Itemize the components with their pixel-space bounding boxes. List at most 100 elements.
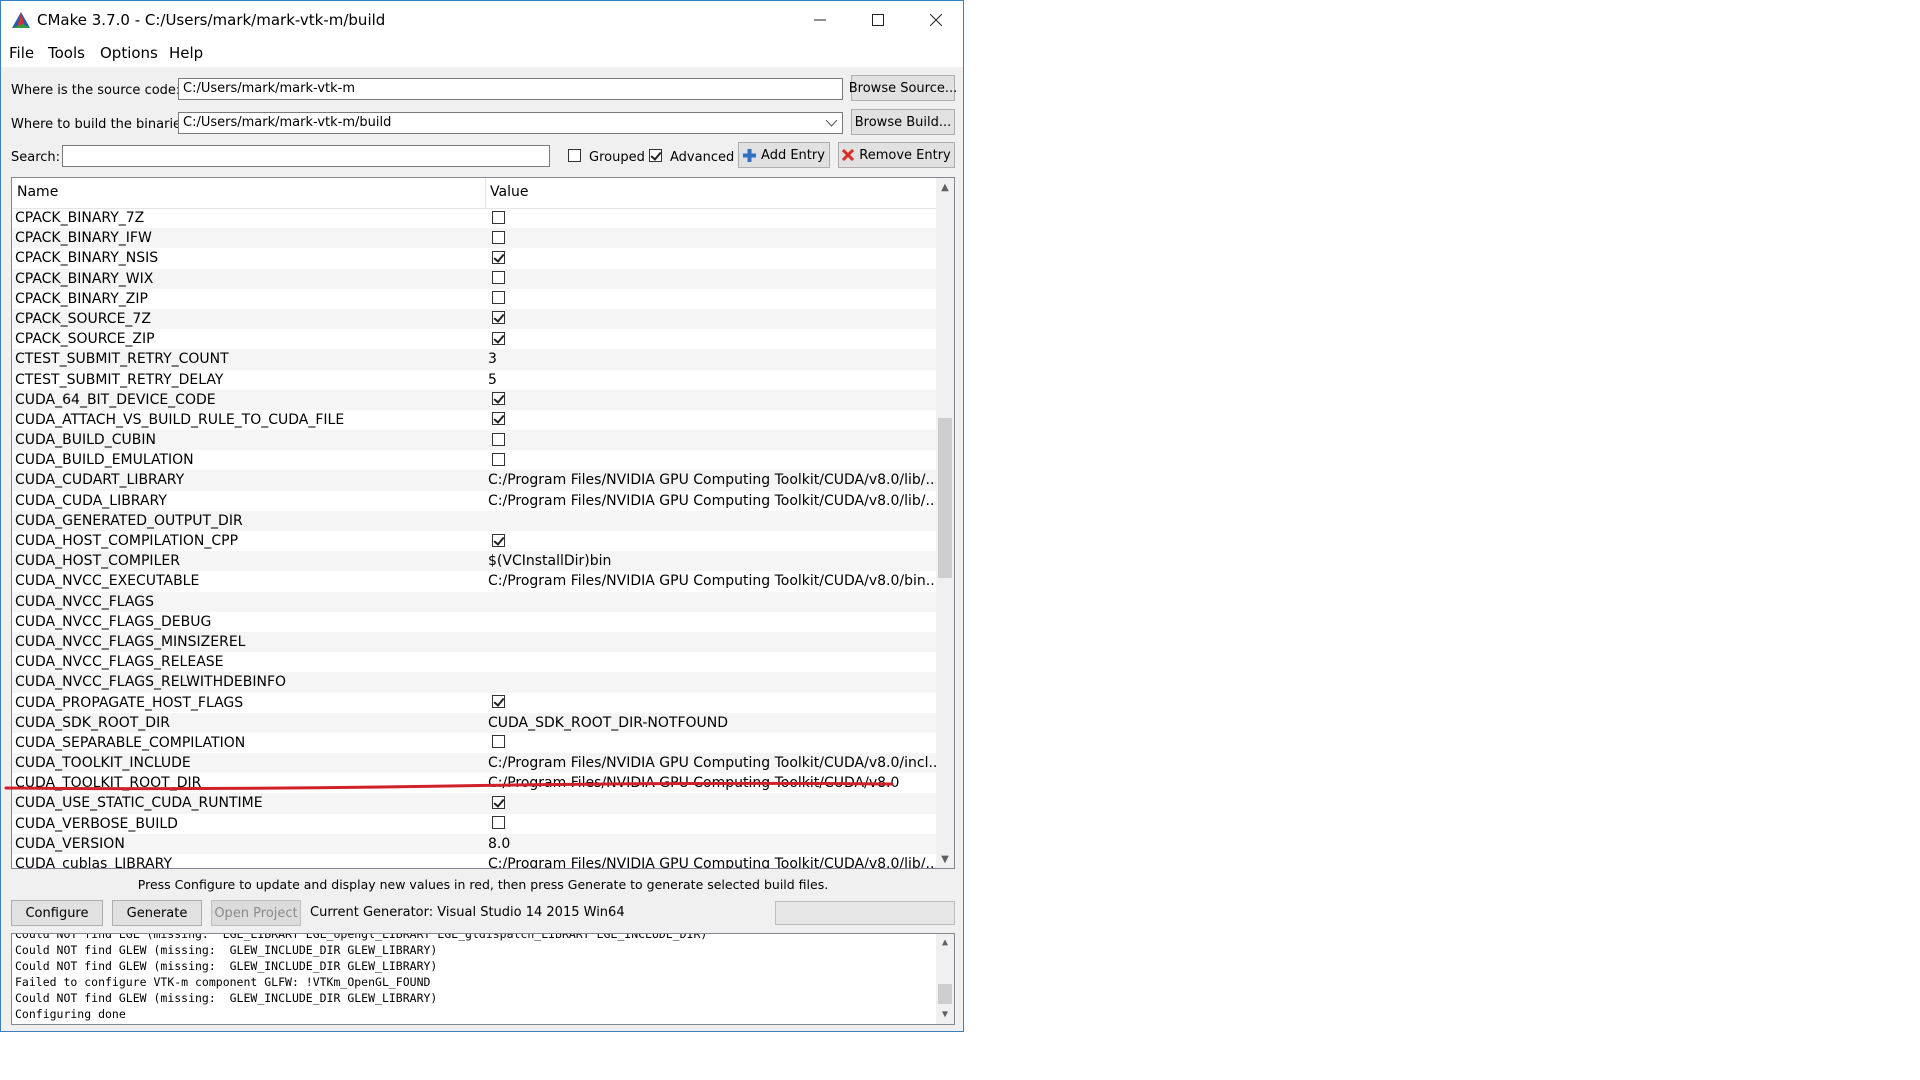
checked-checkbox-icon[interactable] — [492, 392, 505, 406]
scroll-up-icon[interactable]: ▲ — [936, 178, 954, 196]
table-row[interactable]: CPACK_BINARY_WIX — [12, 268, 938, 289]
entry-value[interactable]: CUDA_SDK_ROOT_DIR-NOTFOUND — [488, 713, 938, 733]
table-row[interactable]: CUDA_USE_STATIC_CUDA_RUNTIME — [12, 793, 938, 814]
table-row[interactable]: CPACK_BINARY_ZIP — [12, 289, 937, 309]
source-path-input[interactable]: C:/Users/mark/mark-vtk-m — [178, 78, 843, 100]
entry-value-checkbox[interactable] — [488, 693, 938, 713]
table-row[interactable]: CUDA_TOOLKIT_INCLUDE C:/Program Files/NVI… — [12, 753, 938, 774]
table-row[interactable]: CUDA_64_BIT_DEVICE_CODE — [12, 389, 938, 410]
entry-value[interactable]: C:/Program Files/NVIDIA GPU Computing To… — [488, 773, 938, 793]
generate-button[interactable]: Generate — [112, 900, 202, 926]
table-row[interactable]: CUDA_VERBOSE_BUILD — [12, 814, 937, 834]
log-scroll-thumb[interactable] — [938, 984, 952, 1004]
table-scrollbar[interactable]: ▲ ▼ — [936, 178, 954, 868]
entry-value-checkbox[interactable] — [488, 248, 938, 268]
unchecked-checkbox-icon[interactable] — [492, 230, 505, 244]
menu-options[interactable]: Options — [100, 44, 158, 62]
checked-checkbox-icon[interactable] — [492, 695, 505, 708]
unchecked-checkbox-icon[interactable] — [492, 210, 505, 224]
menu-file[interactable]: File — [9, 44, 34, 62]
entry-value-checkbox[interactable] — [488, 208, 938, 228]
entry-value[interactable]: 5 — [488, 370, 938, 390]
entry-value[interactable]: C:/Program Files/NVIDIA GPU Computing To… — [488, 571, 938, 591]
table-row[interactable]: CUDA_TOOLKIT_ROOT_DIR C:/Program Files/NV… — [12, 773, 937, 793]
entry-value-checkbox[interactable] — [488, 309, 938, 329]
unchecked-checkbox-icon[interactable] — [492, 291, 505, 305]
configure-button[interactable]: Configure — [11, 900, 103, 926]
maximize-button[interactable] — [849, 1, 907, 39]
table-row[interactable]: CPACK_BINARY_7Z — [12, 208, 937, 228]
entry-value[interactable]: $(VCInstallDir)bin — [488, 551, 938, 571]
table-row[interactable]: CPACK_SOURCE_7Z — [12, 308, 938, 330]
entry-value-checkbox[interactable] — [488, 289, 938, 309]
grouped-checkbox[interactable] — [568, 149, 581, 162]
table-row[interactable]: CUDA_PROPAGATE_HOST_FLAGS — [12, 693, 937, 713]
table-row[interactable]: CPACK_SOURCE_ZIP — [12, 329, 937, 349]
unchecked-checkbox-icon[interactable] — [492, 432, 505, 446]
table-row[interactable]: CUDA_VERSION 8.0 — [12, 833, 938, 854]
entry-value-checkbox[interactable] — [488, 228, 938, 248]
minimize-button[interactable] — [791, 1, 849, 39]
table-row[interactable]: CUDA_HOST_COMPILER $(VCInstallDir)bin — [12, 551, 938, 572]
log-scroll-up-icon[interactable]: ▲ — [936, 934, 954, 952]
unchecked-checkbox-icon[interactable] — [492, 735, 505, 749]
checked-checkbox-icon[interactable] — [492, 311, 505, 325]
entry-value-checkbox[interactable] — [488, 793, 938, 813]
scroll-down-icon[interactable]: ▼ — [936, 850, 954, 868]
column-header-value[interactable]: Value — [490, 184, 528, 200]
build-path-combobox[interactable]: C:/Users/mark/mark-vtk-m/build — [178, 112, 843, 134]
table-row[interactable]: CUDA_NVCC_FLAGS_RELWITHDEBINFO — [12, 672, 937, 693]
table-row[interactable]: CTEST_SUBMIT_RETRY_COUNT 3 — [12, 349, 938, 370]
menu-help[interactable]: Help — [169, 44, 203, 62]
entry-value[interactable]: C:/Program Files/NVIDIA GPU Computing To… — [488, 854, 938, 868]
checked-checkbox-icon[interactable] — [492, 533, 505, 547]
table-row[interactable]: CPACK_BINARY_IFW — [12, 228, 938, 249]
table-row[interactable]: CUDA_cublas_LIBRARY C:/Program Files/NVID… — [12, 854, 938, 868]
table-row[interactable]: CTEST_SUBMIT_RETRY_DELAY 5 — [12, 370, 937, 390]
table-row[interactable]: CUDA_NVCC_FLAGS — [12, 591, 937, 612]
checked-checkbox-icon[interactable] — [492, 412, 505, 426]
entry-value[interactable]: C:/Program Files/NVIDIA GPU Computing To… — [488, 753, 938, 773]
entry-value-checkbox[interactable] — [488, 733, 938, 753]
column-divider[interactable] — [485, 178, 486, 208]
table-row[interactable]: CUDA_GENERATED_OUTPUT_DIR — [12, 510, 937, 531]
advanced-checkbox[interactable] — [649, 149, 662, 162]
table-row[interactable]: CUDA_SEPARABLE_COMPILATION — [12, 733, 937, 753]
table-row[interactable]: CPACK_BINARY_NSIS — [12, 248, 937, 268]
checked-checkbox-icon[interactable] — [492, 250, 505, 264]
checked-checkbox-icon[interactable] — [492, 331, 505, 345]
entry-value-checkbox[interactable] — [488, 390, 938, 410]
browse-source-button[interactable]: Browse Source... — [849, 75, 957, 101]
entry-value[interactable]: 8.0 — [488, 834, 938, 854]
menu-tools[interactable]: Tools — [48, 44, 85, 62]
table-row[interactable]: CUDA_BUILD_EMULATION — [12, 450, 937, 470]
table-row[interactable]: CUDA_HOST_COMPILATION_CPP — [12, 531, 937, 551]
log-scrollbar[interactable]: ▲ ▼ — [936, 934, 954, 1024]
unchecked-checkbox-icon[interactable] — [492, 452, 505, 466]
table-row[interactable]: CUDA_BUILD_CUBIN — [12, 430, 937, 451]
entry-value-checkbox[interactable] — [488, 410, 938, 430]
browse-build-button[interactable]: Browse Build... — [851, 109, 955, 135]
scroll-thumb[interactable] — [938, 418, 952, 578]
table-row[interactable]: CUDA_CUDART_LIBRARY C:/Program Files/NVID… — [12, 470, 938, 491]
table-row[interactable]: CUDA_NVCC_FLAGS_DEBUG — [12, 612, 937, 632]
remove-entry-button[interactable]: Remove Entry — [838, 142, 955, 168]
entry-value-checkbox[interactable] — [488, 269, 938, 289]
table-row[interactable]: CUDA_NVCC_EXECUTABLE C:/Program Files/NVI… — [12, 571, 938, 591]
table-row[interactable]: CUDA_SDK_ROOT_DIR CUDA_SDK_ROOT_DIR-NOTFO… — [12, 712, 938, 733]
entry-value-checkbox[interactable] — [488, 814, 938, 834]
search-input[interactable] — [62, 145, 550, 167]
entry-value-checkbox[interactable] — [488, 531, 938, 551]
add-entry-button[interactable]: Add Entry — [738, 142, 830, 168]
unchecked-checkbox-icon[interactable] — [492, 816, 505, 830]
table-row[interactable]: CUDA_ATTACH_VS_BUILD_RULE_TO_CUDA_FILE — [12, 410, 937, 430]
table-row[interactable]: CUDA_NVCC_FLAGS_MINSIZEREL — [12, 631, 937, 653]
table-row[interactable]: CUDA_CUDA_LIBRARY C:/Program Files/NVIDIA… — [12, 491, 938, 511]
log-scroll-down-icon[interactable]: ▼ — [936, 1006, 954, 1024]
entry-value[interactable]: 3 — [488, 349, 938, 369]
close-button[interactable] — [907, 1, 965, 39]
output-log[interactable]: Could NOT find EGL (missing: EGL_LIBRARY… — [11, 933, 955, 1025]
open-project-button[interactable]: Open Project — [211, 900, 301, 926]
table-row[interactable]: CUDA_NVCC_FLAGS_RELEASE — [12, 652, 937, 672]
entry-value[interactable]: C:/Program Files/NVIDIA GPU Computing To… — [488, 491, 938, 511]
